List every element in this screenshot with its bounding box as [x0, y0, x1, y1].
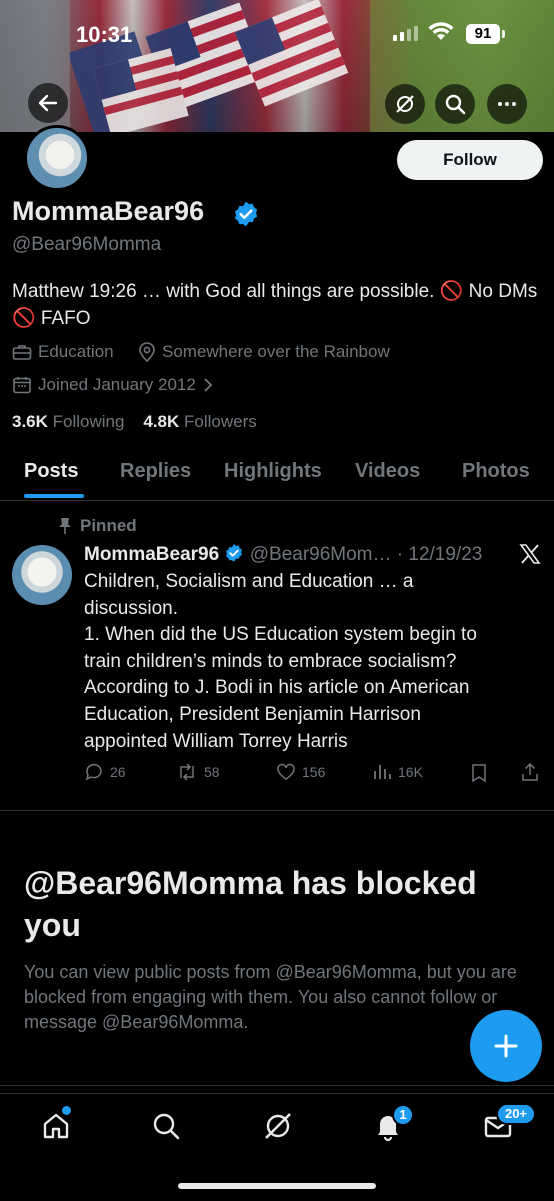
verified-badge-icon[interactable]	[232, 200, 260, 228]
tab-replies[interactable]: Replies	[120, 460, 191, 483]
calendar-icon	[13, 377, 31, 394]
back-button[interactable]	[28, 83, 68, 123]
reply-icon	[85, 763, 102, 781]
wifi-icon	[428, 22, 454, 40]
profile-joined[interactable]: Joined January 2012	[12, 375, 214, 395]
repost-icon	[180, 763, 194, 781]
home-indicator-bar[interactable]	[178, 1183, 376, 1189]
blocked-title: @Bear96Momma has blocked you	[24, 865, 477, 943]
verified-badge-icon	[226, 544, 243, 562]
profile-category: Education	[12, 342, 114, 362]
post-handle-date: @Bear96Mom… · 12/19/23	[249, 544, 483, 565]
pin-icon	[59, 518, 71, 534]
back-arrow-icon	[38, 94, 58, 112]
profile-handle: @Bear96Momma	[12, 234, 162, 255]
reply-button[interactable]: 26	[84, 762, 126, 782]
messages-badge: 20+	[496, 1103, 536, 1125]
bookmark-icon[interactable]	[470, 763, 488, 783]
battery-indicator: 91	[466, 24, 500, 44]
location-pin-icon	[139, 342, 155, 362]
grok-icon	[396, 95, 414, 113]
post-author-name[interactable]: MommaBear96	[84, 544, 219, 565]
post-actions: 26 58 156 16K	[84, 762, 544, 786]
location-label: Somewhere over the Rainbow	[162, 342, 390, 361]
search-button[interactable]	[435, 84, 475, 124]
tab-photos[interactable]: Photos	[462, 460, 530, 483]
views-chart-icon	[374, 765, 391, 779]
post-text-line: appointed William Torrey Harris	[84, 730, 348, 752]
profile-bio: Matthew 19:26 … with God all things are …	[12, 281, 538, 329]
following-link[interactable]: 3.6K Following	[12, 412, 124, 431]
status-time: 10:31	[76, 22, 133, 47]
pinned-indicator: Pinned	[58, 516, 137, 536]
search-icon	[445, 94, 466, 115]
followers-link[interactable]: 4.8K Followers	[143, 412, 256, 431]
battery-tip	[502, 30, 505, 38]
post-author-avatar[interactable]	[12, 545, 72, 605]
profile-avatar[interactable]	[24, 125, 90, 191]
profile-display-name: MommaBear96	[12, 196, 205, 226]
pinned-label: Pinned	[80, 516, 137, 535]
follow-button[interactable]: Follow	[397, 140, 543, 180]
more-options-button[interactable]	[487, 84, 527, 124]
blocked-divider	[0, 1085, 554, 1086]
category-label: Education	[38, 342, 114, 361]
plus-icon	[494, 1034, 518, 1058]
post-text-line: train children’s minds to embrace social…	[84, 650, 457, 672]
post-text-line: 1. When did the US Education system begi…	[84, 624, 477, 646]
repost-button[interactable]: 58	[176, 762, 220, 782]
post-text-line: According to J. Bodi in his article on A…	[84, 677, 470, 699]
joined-label: Joined January 2012	[38, 375, 196, 394]
tab-posts[interactable]: Posts	[24, 460, 78, 483]
grok-button[interactable]	[385, 84, 425, 124]
active-tab-indicator	[24, 494, 84, 498]
x-logo-icon	[519, 544, 541, 564]
following-count: 3.6K	[12, 412, 48, 431]
tab-highlights[interactable]: Highlights	[224, 460, 322, 483]
profile-location: Somewhere over the Rainbow	[138, 342, 390, 362]
followers-count: 4.8K	[143, 412, 180, 431]
compose-post-button[interactable]	[470, 1010, 542, 1082]
like-button[interactable]: 156	[276, 762, 325, 782]
post-divider	[0, 810, 554, 811]
heart-icon	[277, 763, 295, 780]
search-nav-icon[interactable]	[150, 1110, 182, 1142]
post-text[interactable]: Children, Socialism and Education … a di…	[84, 569, 524, 755]
share-icon[interactable]	[520, 762, 540, 782]
like-count: 156	[302, 764, 326, 780]
follow-counts: 3.6K Following 4.8K Followers	[12, 412, 257, 432]
status-bar: 10:31 91	[0, 0, 554, 70]
views-button[interactable]: 16K	[372, 762, 423, 782]
reply-count: 26	[110, 764, 126, 780]
post-text-line: Education, President Benjamin Harrison	[84, 703, 421, 725]
home-new-indicator	[60, 1104, 73, 1117]
chevron-right-icon	[204, 378, 213, 392]
more-dots-icon	[498, 102, 516, 106]
followers-label: Followers	[184, 412, 257, 431]
tab-videos[interactable]: Videos	[355, 460, 420, 483]
notifications-badge: 1	[392, 1104, 414, 1126]
post-text-line: Children, Socialism and Education … a	[84, 571, 414, 592]
post-header: MommaBear96 @Bear96Mom… · 12/19/23	[84, 543, 482, 566]
repost-count: 58	[204, 764, 220, 780]
cellular-signal-icon	[393, 26, 418, 41]
blocked-message: You can view public posts from @Bear96Mo…	[24, 962, 517, 1032]
post-text-line: discussion.	[84, 597, 178, 619]
view-count: 16K	[398, 764, 423, 780]
briefcase-icon	[12, 345, 32, 360]
following-label: Following	[52, 412, 125, 431]
grok-nav-icon[interactable]	[262, 1110, 294, 1142]
